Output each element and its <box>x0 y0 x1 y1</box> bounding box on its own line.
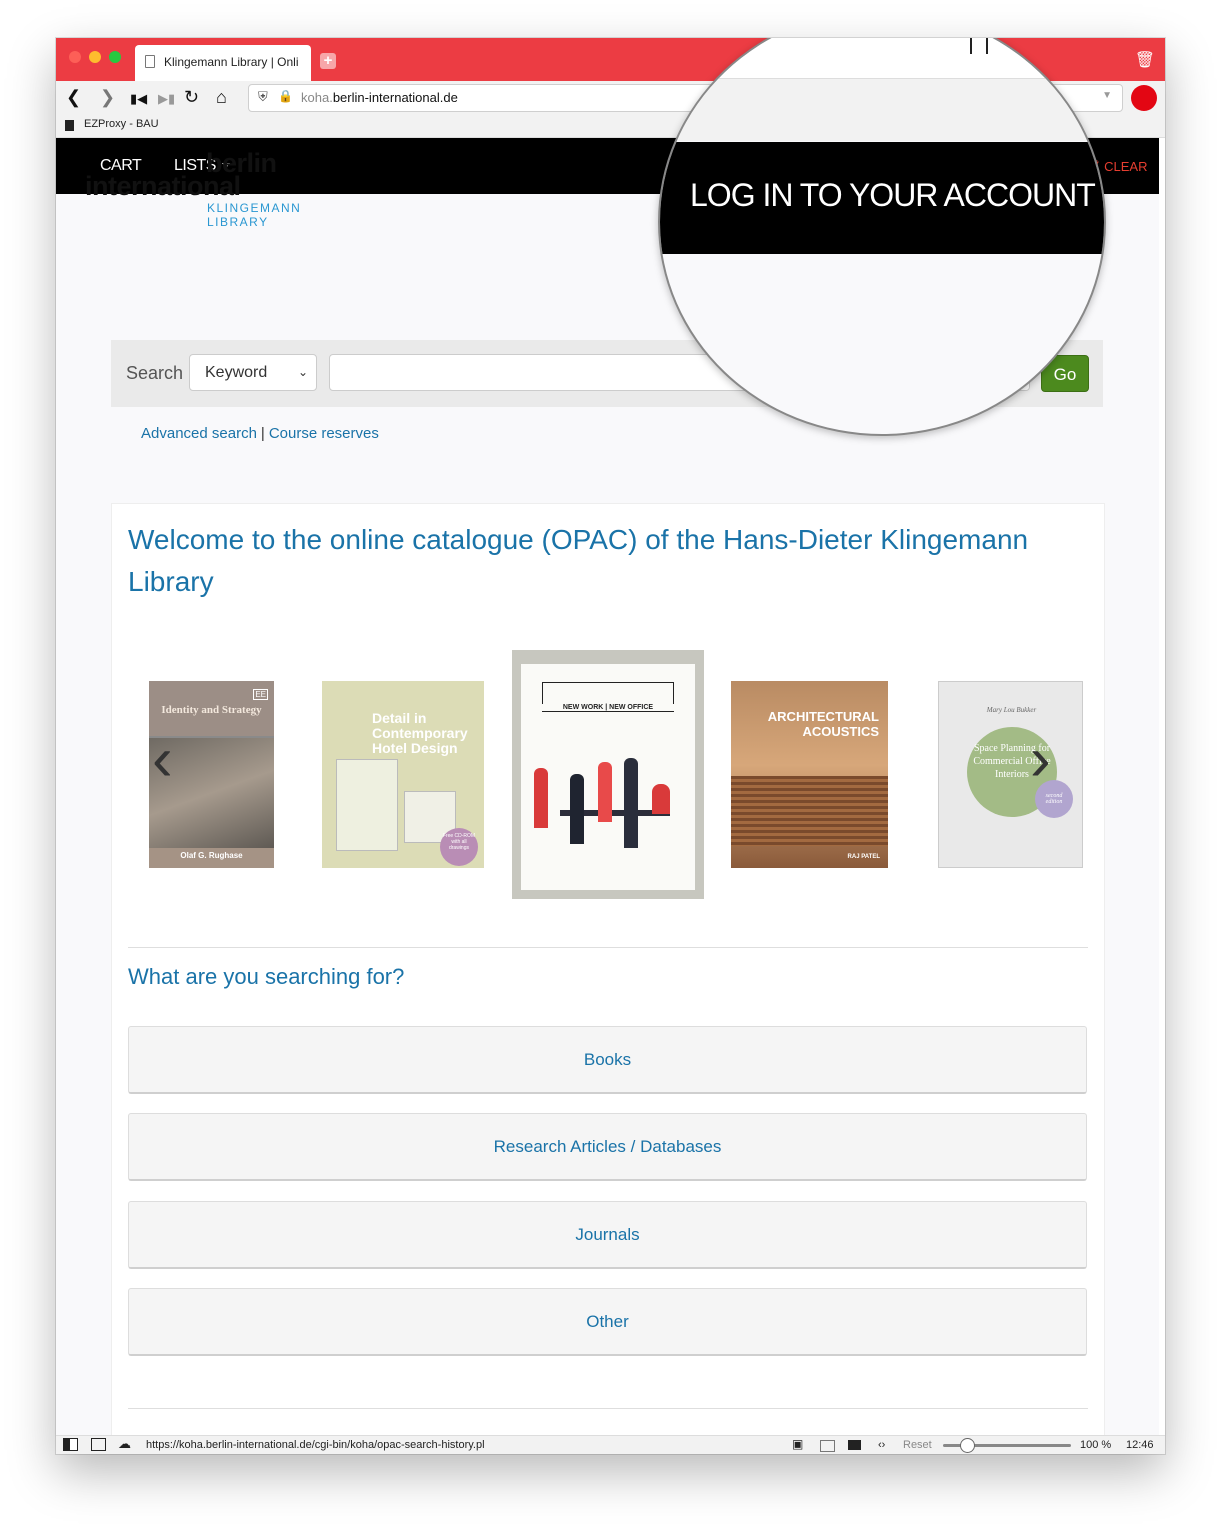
logo-line-international: international <box>85 171 241 201</box>
book-badge: EE <box>253 689 268 700</box>
logo-klingemann: KLINGEMANN LIBRARY <box>207 201 302 229</box>
clock: 12:46 <box>1126 1439 1154 1451</box>
book-cover-3[interactable]: NEW WORK | NEW OFFICE <box>512 650 704 899</box>
book-title: NEW WORK | NEW OFFICE <box>542 704 674 711</box>
panel-toggle-icon[interactable] <box>63 1438 78 1451</box>
code-icon[interactable]: ‹› <box>878 1439 885 1451</box>
book-author: Olaf G. Rughase <box>180 851 243 860</box>
profile-avatar[interactable] <box>1131 85 1157 111</box>
rewind-icon[interactable]: ▮◀ <box>130 89 147 109</box>
magnified-topnav: LOG IN TO YOUR ACCOUNT <box>660 142 1104 254</box>
camera-icon[interactable]: ▣ <box>792 1437 803 1451</box>
home-icon[interactable]: ⌂ <box>216 87 227 107</box>
magnified-address-bar: ▼ <box>660 38 1104 79</box>
divider <box>128 947 1088 948</box>
tabs-icon[interactable] <box>91 1438 106 1451</box>
scrollbar[interactable] <box>1159 138 1165 1435</box>
book-cover-5[interactable]: Mary Lou Bukker Space Planning for Comme… <box>938 681 1083 868</box>
course-reserves-link[interactable]: Course reserves <box>269 425 379 442</box>
category-journals-button[interactable]: Journals <box>128 1201 1087 1269</box>
window-icon[interactable] <box>820 1440 835 1452</box>
search-links: Advanced search | Course reserves <box>141 425 379 442</box>
fast-forward-icon[interactable]: ▶▮ <box>158 89 175 109</box>
zoom-slider-handle[interactable] <box>960 1438 975 1453</box>
category-research-button[interactable]: Research Articles / Databases <box>128 1113 1087 1181</box>
welcome-heading: Welcome to the online catalogue (OPAC) o… <box>128 524 1029 597</box>
image-icon[interactable] <box>848 1440 861 1450</box>
login-link[interactable]: LOG IN TO YOUR ACCOUNT <box>690 177 1096 214</box>
close-window-button[interactable] <box>69 51 81 63</box>
book-title: Detail in Contemporary Hotel Design <box>372 710 468 756</box>
zoom-level: 100 % <box>1080 1439 1112 1451</box>
carousel-prev-button[interactable]: ‹ <box>152 729 173 791</box>
cloud-icon[interactable]: ☁ <box>118 1436 131 1452</box>
category-books-button[interactable]: Books <box>128 1026 1087 1094</box>
zoom-reset-button[interactable]: Reset <box>903 1439 932 1451</box>
forward-button[interactable]: ❯ <box>100 87 115 107</box>
carousel-next-button[interactable]: › <box>1030 729 1051 791</box>
status-url: https://koha.berlin-international.de/cgi… <box>146 1439 485 1451</box>
main-content: Welcome to the online catalogue (OPAC) o… <box>111 503 1105 1435</box>
url-text: koha.berlin-international.de <box>301 90 458 105</box>
new-tab-button[interactable]: + <box>320 53 336 69</box>
back-button[interactable]: ❮ <box>66 87 81 107</box>
book-badge: second edition <box>1045 793 1063 805</box>
search-label: Search <box>126 363 184 383</box>
category-other-button[interactable]: Other <box>128 1288 1087 1356</box>
chevron-down-icon: ⌄ <box>297 365 308 379</box>
tab-title: Klingemann Library | Onli <box>164 55 299 69</box>
maximize-window-button[interactable] <box>109 51 121 63</box>
book-badge: Free CD-ROM with all drawings <box>442 833 476 851</box>
search-type-value: Keyword <box>205 364 268 381</box>
shield-icon: ⛨ <box>258 89 268 104</box>
bookmark-ezproxy[interactable]: EZProxy - BAU <box>84 118 159 130</box>
divider <box>128 1408 1088 1409</box>
extension-icon: ▼ <box>1018 38 1032 50</box>
book-author: RAJ PATEL <box>847 854 880 860</box>
section-heading: What are you searching for? <box>128 964 405 989</box>
bookmark-icon <box>65 120 74 131</box>
book-cover-4[interactable]: ARCHITECTURAL ACOUSTICS RAJ PATEL <box>731 681 888 868</box>
trash-icon[interactable]: 🗑 <box>1135 50 1155 70</box>
browser-tab[interactable]: Klingemann Library | Onli <box>135 45 311 81</box>
status-bar: ☁ https://koha.berlin-international.de/c… <box>56 1435 1165 1454</box>
lock-icon: 🔒 <box>278 89 293 103</box>
browser-window: Klingemann Library | Onli + 🗑 ❮ ❯ ▮◀ ▶▮ … <box>56 38 1165 1454</box>
book-title: Identity and Strategy <box>161 704 262 716</box>
minimize-window-button[interactable] <box>89 51 101 63</box>
magnified-nav <box>660 79 1104 141</box>
book-author: Mary Lou Bukker <box>986 706 1037 714</box>
page-icon <box>145 55 155 68</box>
reload-icon[interactable]: ↻ <box>184 87 199 107</box>
book-title: ARCHITECTURAL ACOUSTICS <box>767 709 879 739</box>
advanced-search-link[interactable]: Advanced search <box>141 425 257 442</box>
link-separator: | <box>260 425 265 442</box>
bookmark-icon <box>970 38 988 54</box>
book-cover-2[interactable]: Detail in Contemporary Hotel Design Free… <box>322 681 484 868</box>
search-type-select[interactable]: Keyword ⌄ <box>189 354 317 391</box>
